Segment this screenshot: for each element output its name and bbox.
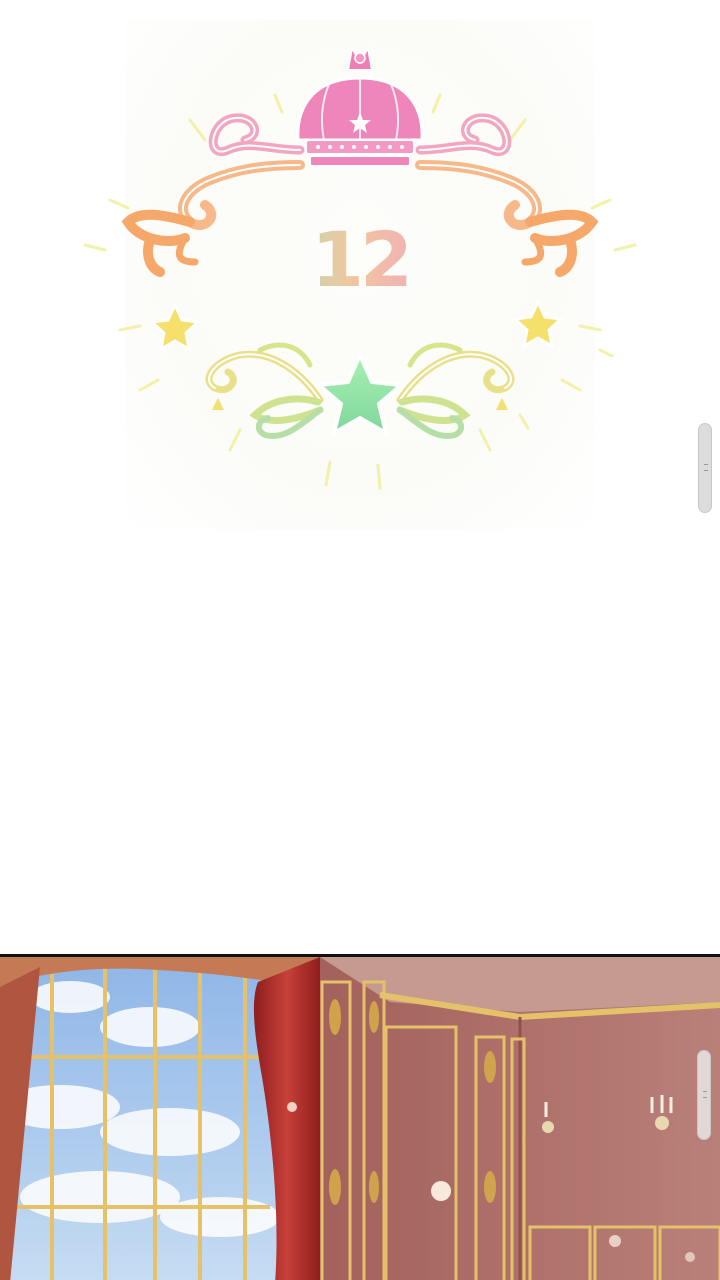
right-vine-ornament	[396, 342, 515, 439]
comic-reader[interactable]: 12	[0, 0, 720, 1280]
scene-panel-palace-room	[0, 954, 720, 1280]
scroll-grip-line	[703, 1091, 707, 1092]
scroll-grip-line	[704, 464, 708, 465]
scroll-handle[interactable]	[697, 1050, 711, 1140]
scroll-grip-line	[703, 1097, 707, 1098]
chapter-title-panel: 12	[0, 0, 720, 955]
left-star-icon	[148, 301, 202, 352]
scroll-grip-line	[704, 470, 708, 471]
crown-icon	[296, 45, 424, 167]
scene-illustration	[0, 957, 720, 1280]
right-star-icon	[511, 298, 565, 349]
chapter-number: 12	[260, 215, 460, 304]
center-star-icon	[314, 350, 406, 438]
left-vine-ornament	[205, 342, 324, 439]
scroll-handle[interactable]	[698, 423, 712, 513]
